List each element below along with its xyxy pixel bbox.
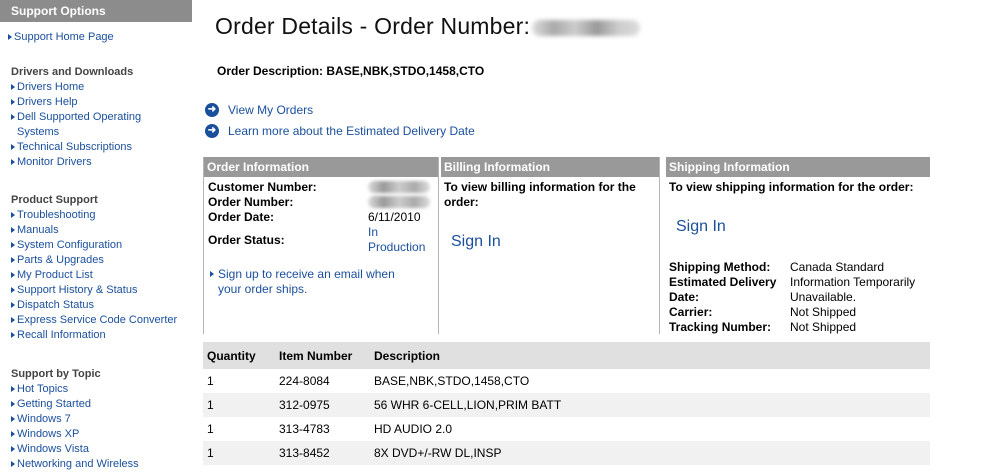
cell-quantity: 1 (203, 441, 279, 465)
sidebar-item-my-product-list[interactable]: My Product List (11, 268, 177, 283)
sidebar-section-drivers: Drivers and Downloads Drivers Home Drive… (11, 66, 157, 170)
shipping-instructions: To view shipping information for the ord… (669, 180, 914, 194)
sidebar-section-title: Drivers and Downloads (11, 66, 134, 78)
table-row: 1 312-0975 56 WHR 6-CELL,LION,PRIM BATT (203, 393, 930, 417)
order-date-value: 6/11/2010 (368, 210, 421, 224)
arrow-right-circle-icon: ➜ (205, 102, 219, 117)
sidebar-item-hot-topics[interactable]: Hot Topics (11, 382, 139, 397)
sidebar-item-parts-upgrades[interactable]: Parts & Upgrades (11, 253, 177, 268)
carrier-value: Not Shipped (790, 305, 857, 319)
billing-instructions: To view billing information for the orde… (444, 180, 636, 209)
tracking-number-label: Tracking Number: (669, 320, 772, 334)
view-my-orders-label[interactable]: View My Orders (228, 103, 313, 117)
email-signup-link[interactable]: Sign up to receive an email when your or… (210, 267, 398, 297)
quick-links: ➜ View My Orders ➜ Learn more about the … (205, 99, 475, 141)
sidebar-section-support-by-topic: Support by Topic Hot Topics Getting Star… (11, 368, 139, 472)
billing-sign-in-link[interactable]: Sign In (451, 233, 501, 251)
arrow-right-circle-icon: ➜ (205, 123, 219, 138)
table-header-row: Quantity Item Number Description (203, 342, 930, 369)
redacted-order-number (532, 19, 641, 36)
sidebar-item-windows-xp[interactable]: Windows XP (11, 427, 139, 442)
order-number-label: Order Number: (208, 195, 294, 209)
tracking-number-value: Not Shipped (790, 320, 857, 334)
customer-number-label: Customer Number: (208, 180, 317, 194)
order-status-label: Order Status: (208, 233, 285, 247)
table-row: 1 313-4783 HD AUDIO 2.0 (203, 417, 930, 441)
view-my-orders-link[interactable]: ➜ View My Orders (205, 99, 475, 120)
cell-quantity: 1 (207, 374, 214, 388)
support-sidebar: Support Options Support Home Page Driver… (0, 0, 192, 472)
sidebar-header: Support Options (0, 0, 192, 22)
shipping-method-value: Canada Standard (790, 260, 885, 274)
sidebar-item-supported-os[interactable]: Dell Supported Operating Systems (11, 110, 157, 140)
email-signup-label[interactable]: Sign up to receive an email when your or… (218, 267, 395, 296)
sidebar-section-title: Product Support (11, 194, 98, 206)
cell-description: 56 WHR 6-CELL,LION,PRIM BATT (374, 393, 930, 417)
order-date-label: Order Date: (208, 210, 275, 224)
cell-description: HD AUDIO 2.0 (374, 422, 453, 436)
sidebar-item-networking-wireless[interactable]: Networking and Wireless (11, 457, 139, 472)
sidebar-item-getting-started[interactable]: Getting Started (11, 397, 139, 412)
shipping-information-header: Shipping Information (666, 157, 930, 177)
shipping-information-panel: Shipping Information To view shipping in… (666, 157, 930, 334)
estimated-delivery-label: Estimated Delivery Date: (669, 275, 777, 304)
billing-information-panel: Billing Information To view billing info… (441, 157, 660, 334)
sidebar-item-windows-vista[interactable]: Windows Vista (11, 442, 139, 457)
sidebar-item-troubleshooting[interactable]: Troubleshooting (11, 208, 177, 223)
cell-quantity: 1 (207, 422, 214, 436)
sidebar-item-express-service-code[interactable]: Express Service Code Converter (11, 313, 177, 328)
page-title: Order Details - Order Number: (215, 13, 641, 40)
cell-item-number: 312-0975 (279, 393, 374, 417)
shipping-sign-in-link[interactable]: Sign In (676, 218, 726, 236)
redacted-order-number-small (368, 196, 430, 211)
cell-description: 8X DVD+/-RW DL,INSP (374, 441, 930, 465)
order-description-value: BASE,NBK,STDO,1458,CTO (326, 64, 485, 78)
order-description: Order Description: BASE,NBK,STDO,1458,CT… (217, 64, 484, 78)
sidebar-item-dispatch-status[interactable]: Dispatch Status (11, 298, 177, 313)
sidebar-item-support-history[interactable]: Support History & Status (11, 283, 177, 298)
order-information-header: Order Information (204, 157, 438, 177)
estimated-delivery-link[interactable]: ➜ Learn more about the Estimated Deliver… (205, 120, 475, 141)
sidebar-link-support-home[interactable]: Support Home Page (8, 30, 114, 45)
order-items-table: Quantity Item Number Description 1 224-8… (203, 342, 930, 465)
sidebar-item-windows-7[interactable]: Windows 7 (11, 412, 139, 427)
sidebar-item-technical-subscriptions[interactable]: Technical Subscriptions (11, 140, 157, 155)
sidebar-item-monitor-drivers[interactable]: Monitor Drivers (11, 155, 157, 170)
sidebar-item-drivers-help[interactable]: Drivers Help (11, 95, 157, 110)
sidebar-section-product-support: Product Support Troubleshooting Manuals … (11, 194, 177, 343)
estimated-delivery-label[interactable]: Learn more about the Estimated Delivery … (228, 124, 475, 138)
sidebar-item-manuals[interactable]: Manuals (11, 223, 177, 238)
cell-item-number: 313-8452 (279, 441, 374, 465)
column-header-description: Description (374, 342, 930, 369)
sidebar-item-recall-information[interactable]: Recall Information (11, 328, 177, 343)
bullet-arrow-icon (210, 271, 214, 277)
cell-description: BASE,NBK,STDO,1458,CTO (374, 374, 530, 388)
cell-item-number: 224-8084 (279, 374, 330, 388)
billing-information-header: Billing Information (441, 157, 659, 177)
cell-item-number: 313-4783 (279, 422, 330, 436)
order-information-panel: Order Information Customer Number: Order… (203, 157, 439, 334)
redacted-customer-number (368, 181, 430, 196)
table-row: 1 313-8452 8X DVD+/-RW DL,INSP (203, 441, 930, 465)
cell-quantity: 1 (203, 393, 279, 417)
table-row: 1 224-8084 BASE,NBK,STDO,1458,CTO (203, 369, 930, 393)
main-content: Order Details - Order Number: Order Desc… (200, 0, 982, 469)
carrier-label: Carrier: (669, 305, 713, 319)
estimated-delivery-value: Information Temporarily Unavailable. (790, 275, 916, 304)
shipping-method-label: Shipping Method: (669, 260, 771, 274)
order-description-label: Order Description: (217, 64, 324, 78)
column-header-quantity: Quantity (203, 342, 279, 369)
order-status-value[interactable]: In Production (368, 225, 436, 255)
sidebar-item-system-configuration[interactable]: System Configuration (11, 238, 177, 253)
column-header-item-number: Item Number (279, 342, 374, 369)
page-title-text: Order Details - Order Number: (215, 13, 531, 39)
sidebar-item-drivers-home[interactable]: Drivers Home (11, 80, 157, 95)
sidebar-section-title: Support by Topic (11, 368, 101, 380)
